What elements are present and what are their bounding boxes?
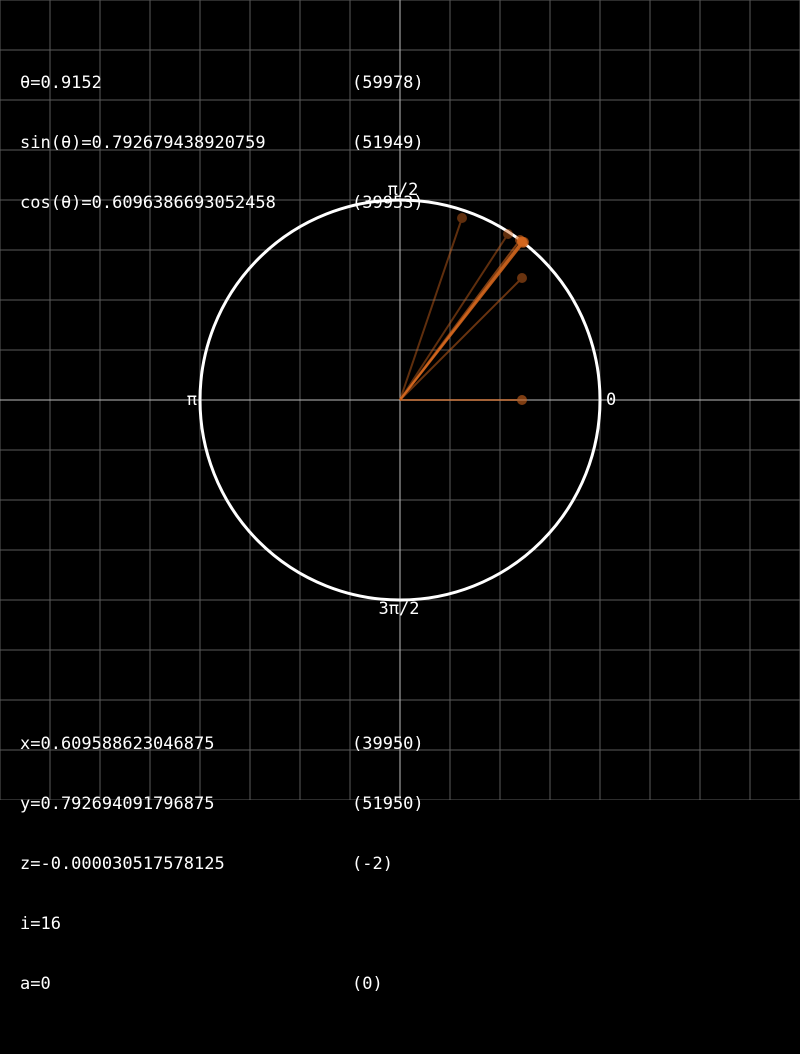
x-raw: (39950): [352, 734, 424, 754]
cos-raw: (39953): [352, 193, 424, 213]
vector-point: [517, 395, 527, 405]
vector-point: [516, 236, 527, 247]
cos-value: cos(θ)=0.6096386693052458: [20, 193, 276, 213]
a-row: a=0 (0): [20, 974, 383, 994]
a-value: a=0: [20, 974, 51, 994]
cos-row: cos(θ)=0.6096386693052458 (39953): [20, 193, 424, 213]
vector-point: [517, 273, 527, 283]
y-row: y=0.792694091796875 (51950): [20, 794, 424, 814]
x-value: x=0.609588623046875: [20, 734, 215, 754]
sin-raw: (51949): [352, 133, 424, 153]
theta-value: θ=0.9152: [20, 73, 102, 93]
state-readout: x=0.609588623046875 (39950) y=0.79269409…: [20, 694, 424, 1014]
z-raw: (-2): [352, 854, 393, 874]
i-value: i=16: [20, 914, 61, 934]
z-value: z=-0.000030517578125: [20, 854, 225, 874]
theta-row: θ=0.9152 (59978): [20, 73, 424, 93]
i-row: i=16: [20, 914, 61, 934]
x-row: x=0.609588623046875 (39950): [20, 734, 424, 754]
unit-circle-diagram: 0 π/2 π 3π/2: [0, 0, 800, 800]
y-value: y=0.792694091796875: [20, 794, 215, 814]
theta-raw: (59978): [352, 73, 424, 93]
a-raw: (0): [352, 974, 383, 994]
y-raw: (51950): [352, 794, 424, 814]
vector-point: [457, 213, 467, 223]
label-three-pi-half: 3π/2: [379, 599, 420, 619]
vector-point: [503, 229, 513, 239]
angle-readout: θ=0.9152 (59978) sin(θ)=0.79267943892075…: [20, 33, 424, 233]
label-pi: π: [187, 390, 197, 410]
z-row: z=-0.000030517578125 (-2): [20, 854, 393, 874]
sin-value: sin(θ)=0.792679438920759: [20, 133, 266, 153]
sin-row: sin(θ)=0.792679438920759 (51949): [20, 133, 424, 153]
label-zero: 0: [606, 390, 616, 410]
